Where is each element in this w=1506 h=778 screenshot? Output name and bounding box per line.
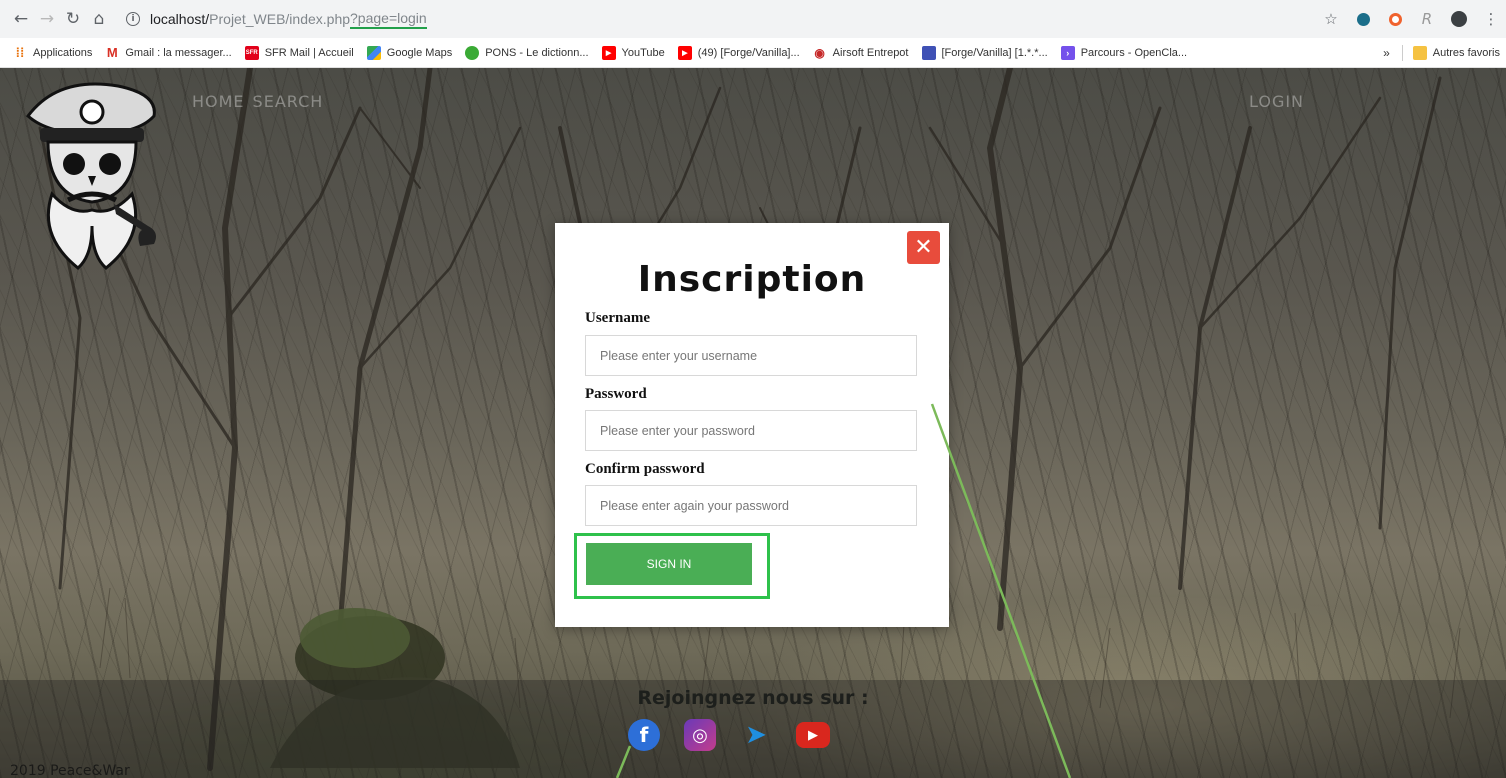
maps-icon (366, 45, 381, 60)
username-label: Username (585, 310, 650, 326)
extension-opera-icon[interactable] (1382, 6, 1408, 32)
nav-login-link[interactable]: LOGIN (1249, 92, 1304, 111)
apps-grid-icon: ⁞⁞ (15, 45, 25, 60)
gmail-icon: M (106, 45, 118, 60)
signup-modal: ✕ Inscription Username Password Confirm … (555, 223, 949, 627)
bookmark-pons[interactable]: PONS - Le dictionn... (465, 45, 589, 60)
home-icon[interactable]: ⌂ (86, 6, 112, 32)
youtube-icon[interactable]: ▶ (796, 722, 830, 748)
bookmark-label: Parcours - OpenCla... (1080, 46, 1188, 59)
bookmark-label: SFR Mail | Accueil (264, 46, 354, 59)
confirm-password-input[interactable] (585, 485, 917, 526)
bookmark-label: YouTube (621, 46, 665, 59)
copyright-text: 2019 Peace&War (10, 763, 130, 778)
bookmarks-bar: ⁞⁞ Applications M Gmail : la messager...… (0, 38, 1506, 68)
youtube-icon: ▶ (601, 45, 616, 60)
bookmark-google-maps[interactable]: Google Maps (366, 45, 453, 60)
bookmark-label: Gmail : la messager... (125, 46, 232, 59)
star-icon[interactable]: ☆ (1318, 6, 1344, 32)
menu-kebab-icon[interactable]: ⋮ (1478, 6, 1504, 32)
youtube-icon: ▶ (677, 45, 692, 60)
username-input[interactable] (585, 335, 917, 376)
extension-globe-icon[interactable] (1350, 6, 1376, 32)
modal-title: Inscription (637, 259, 867, 300)
bookmark-label: PONS - Le dictionn... (485, 46, 589, 59)
site-nav: HOME SEARCH (192, 92, 323, 111)
bookmark-youtube[interactable]: ▶ YouTube (601, 45, 665, 60)
page-icon (921, 45, 936, 60)
nav-home-link[interactable]: HOME (192, 92, 245, 111)
social-links: f ◎ ➤ ▶ (628, 719, 830, 751)
url-query: ?page=login (350, 10, 427, 29)
openclassrooms-icon: › (1060, 45, 1075, 60)
bookmark-applications[interactable]: ⁞⁞ Applications (13, 45, 93, 60)
forward-arrow-icon[interactable]: → (34, 6, 60, 32)
confirm-password-label: Confirm password (585, 461, 705, 477)
bookmark-youtube-forge[interactable]: ▶ (49) [Forge/Vanilla]... (677, 45, 800, 60)
bookmark-label: Google Maps (386, 46, 453, 59)
bookmark-sfr[interactable]: SFR SFR Mail | Accueil (244, 45, 354, 60)
bookmark-gmail[interactable]: M Gmail : la messager... (105, 45, 232, 60)
bookmark-label: (49) [Forge/Vanilla]... (697, 46, 800, 59)
facebook-icon[interactable]: f (628, 719, 660, 751)
address-bar[interactable]: i localhost/Projet_WEB/index.php ?page=lo… (126, 5, 1278, 33)
bookmark-label: Airsoft Entrepot (832, 46, 909, 59)
nav-search-link[interactable]: SEARCH (253, 92, 324, 111)
bookmark-label: [Forge/Vanilla] [1.*.*... (941, 46, 1048, 59)
url-path: Projet_WEB/index.php (209, 11, 351, 27)
bookmark-label: Applications (33, 46, 93, 59)
password-input[interactable] (585, 410, 917, 451)
instagram-icon[interactable]: ◎ (684, 719, 716, 751)
info-icon[interactable]: i (126, 12, 140, 26)
bookmark-forge[interactable]: [Forge/Vanilla] [1.*.*... (921, 45, 1048, 60)
sign-in-button[interactable]: SIGN IN (586, 543, 752, 585)
pons-icon (465, 45, 480, 60)
folder-icon (1412, 46, 1427, 60)
footer-title: Rejoingnez nous sur : (637, 687, 869, 709)
extension-r-icon[interactable]: R (1414, 6, 1440, 32)
bookmarks-divider (1401, 45, 1403, 61)
profile-avatar-icon[interactable] (1446, 6, 1472, 32)
twitter-icon[interactable]: ➤ (740, 719, 772, 751)
other-bookmarks[interactable]: Autres favoris (1433, 47, 1500, 59)
bookmarks-overflow-button[interactable]: » (1383, 46, 1390, 60)
sfr-icon: SFR (244, 45, 259, 60)
bookmark-openclassrooms[interactable]: › Parcours - OpenCla... (1060, 45, 1188, 60)
browser-toolbar: ← → ↻ ⌂ i localhost/Projet_WEB/index.php… (0, 0, 1506, 38)
password-label: Password (585, 386, 647, 402)
bookmark-airsoft[interactable]: ◉ Airsoft Entrepot (813, 45, 909, 60)
target-icon: ◉ (814, 45, 825, 60)
url-host: localhost/ (150, 11, 210, 27)
skull-captain-logo (25, 82, 156, 270)
page-background: HOME SEARCH LOGIN Rejoingnez nous sur : … (0, 68, 1506, 778)
reload-icon[interactable]: ↻ (60, 6, 86, 32)
back-arrow-icon[interactable]: ← (8, 6, 34, 32)
